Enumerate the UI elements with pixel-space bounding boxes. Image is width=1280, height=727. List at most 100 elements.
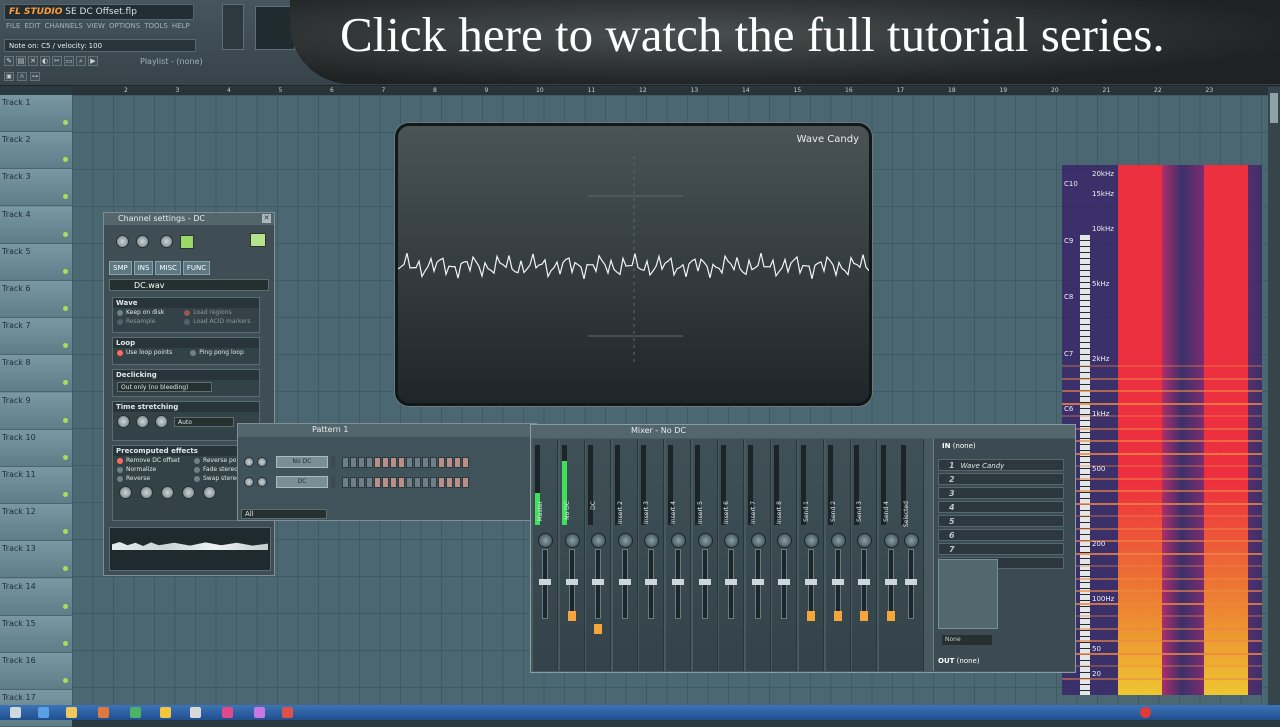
- step-button[interactable]: [382, 456, 389, 468]
- time-knob[interactable]: [155, 415, 168, 428]
- track-header[interactable]: Track 7: [0, 318, 72, 356]
- step-button[interactable]: [454, 476, 461, 488]
- strip-pan-knob[interactable]: [697, 533, 713, 548]
- strip-pan-knob[interactable]: [904, 533, 919, 548]
- step-button[interactable]: [350, 456, 357, 468]
- step-button[interactable]: [390, 456, 397, 468]
- channel-select-led[interactable]: [331, 456, 335, 468]
- step-button[interactable]: [438, 476, 445, 488]
- track-led-icon[interactable]: [63, 231, 68, 237]
- track-header[interactable]: Track 11: [0, 467, 72, 504]
- step-button[interactable]: [342, 456, 349, 468]
- eq-preset[interactable]: None: [942, 635, 992, 645]
- link-icon[interactable]: ⊶: [30, 72, 40, 81]
- step-button[interactable]: [446, 476, 453, 488]
- strip-pan-knob[interactable]: [804, 533, 819, 548]
- step-button[interactable]: [422, 476, 429, 488]
- track-led-icon[interactable]: [63, 492, 68, 497]
- start-icon[interactable]: [10, 707, 21, 718]
- track-header[interactable]: Track 14: [0, 578, 72, 616]
- track-led-icon[interactable]: [63, 194, 68, 200]
- track-header[interactable]: Track 2: [0, 132, 72, 170]
- mixer-strip[interactable]: Insert 2: [612, 439, 638, 671]
- step-button[interactable]: [374, 476, 381, 488]
- step-button[interactable]: [462, 456, 469, 468]
- track-header[interactable]: Track 16: [0, 653, 72, 690]
- strip-pan-knob[interactable]: [538, 533, 553, 548]
- fader-handle[interactable]: [751, 579, 764, 585]
- delete-icon[interactable]: ✕: [28, 56, 38, 66]
- strip-pan-knob[interactable]: [750, 533, 766, 548]
- track-header[interactable]: Track 3: [0, 169, 72, 207]
- route-button[interactable]: [860, 611, 869, 621]
- channel-button-dc[interactable]: DC: [276, 476, 328, 488]
- track-led-icon[interactable]: [63, 640, 68, 646]
- strip-pan-knob[interactable]: [830, 533, 846, 548]
- fader-handle[interactable]: [645, 579, 658, 585]
- mute-icon[interactable]: ◐: [40, 56, 50, 66]
- route-button[interactable]: [807, 611, 815, 621]
- volume-knob[interactable]: [136, 235, 149, 248]
- menu-edit[interactable]: EDIT: [24, 22, 40, 34]
- mixer-strip[interactable]: Send 2: [825, 439, 851, 671]
- pitch-stretch-knob[interactable]: [117, 415, 130, 428]
- track-led-icon[interactable]: [63, 566, 68, 572]
- channel-fx-number[interactable]: [180, 235, 194, 249]
- step-button[interactable]: [350, 476, 357, 488]
- strip-pan-knob[interactable]: [591, 533, 607, 548]
- ping-pong-option[interactable]: Ping pong loop: [186, 348, 248, 357]
- slice-icon[interactable]: ✂: [52, 56, 62, 66]
- app-icon[interactable]: [282, 707, 293, 718]
- stretch-mode-dropdown[interactable]: Auto: [174, 416, 234, 427]
- mul-knob[interactable]: [136, 415, 149, 428]
- fader-handle[interactable]: [565, 579, 578, 585]
- keep-on-disk-option[interactable]: Keep on disk: [113, 308, 168, 317]
- track-led-icon[interactable]: [63, 268, 68, 274]
- mixer-window[interactable]: Mixer - No DC Master No DC DC Insert 2 Inser…: [530, 424, 1076, 673]
- firefox-icon[interactable]: [98, 707, 109, 718]
- route-button[interactable]: [833, 611, 842, 621]
- fader-handle[interactable]: [618, 579, 631, 585]
- tab-misc[interactable]: MISC: [155, 261, 181, 275]
- step-button[interactable]: [422, 456, 429, 468]
- menu-file[interactable]: FILE: [6, 22, 20, 34]
- app-icon[interactable]: [190, 707, 201, 718]
- close-icon[interactable]: ✕: [262, 214, 271, 223]
- out-knob[interactable]: [140, 486, 153, 499]
- step-button[interactable]: [430, 456, 437, 468]
- track-led-icon[interactable]: [63, 306, 68, 311]
- remove-dc-offset-option[interactable]: Remove DC offset: [113, 456, 184, 465]
- route-button[interactable]: [594, 624, 603, 634]
- pitch-knob[interactable]: [160, 235, 173, 248]
- explorer-icon[interactable]: [66, 707, 77, 718]
- step-button[interactable]: [438, 456, 445, 468]
- track-led-icon[interactable]: [63, 529, 68, 535]
- menu-channels[interactable]: CHANNELS: [45, 22, 83, 34]
- channel-pan-knob[interactable]: [244, 457, 254, 467]
- track-led-icon[interactable]: [63, 417, 68, 423]
- crossfade-knob[interactable]: [161, 486, 174, 499]
- fx-channel-selector[interactable]: [250, 233, 266, 247]
- fx-slot[interactable]: 5: [938, 515, 1064, 527]
- fl-studio-icon[interactable]: [160, 707, 171, 718]
- fader-handle[interactable]: [672, 579, 684, 585]
- tab-ins[interactable]: INS: [133, 261, 154, 275]
- track-header[interactable]: Track 4: [0, 206, 72, 244]
- channel-filter-dropdown[interactable]: All: [241, 509, 327, 519]
- brush-icon[interactable]: ▤: [16, 56, 26, 66]
- track-led-icon[interactable]: [63, 157, 68, 163]
- fader-handle[interactable]: [858, 579, 871, 585]
- step-button[interactable]: [414, 476, 421, 488]
- reverse-option[interactable]: Reverse: [113, 474, 184, 483]
- track-header[interactable]: Track 9: [0, 392, 72, 430]
- mixer-strip[interactable]: Send 3: [852, 439, 878, 671]
- track-led-icon[interactable]: [63, 454, 68, 460]
- pencil-icon[interactable]: ✎: [4, 56, 14, 66]
- playlist-ruler[interactable]: 2 3 4 5 6 7 8 9 10 11 12 13 14 15 16 17 18 19 20 21 22 23: [72, 87, 1272, 95]
- fader-handle[interactable]: [805, 579, 817, 585]
- eq-graph[interactable]: [938, 559, 998, 629]
- chrome-icon[interactable]: [130, 707, 141, 718]
- normalize-option[interactable]: Normalize: [113, 465, 184, 474]
- mixer-strip[interactable]: DC: [586, 439, 612, 671]
- channel-pan-knob[interactable]: [244, 477, 254, 487]
